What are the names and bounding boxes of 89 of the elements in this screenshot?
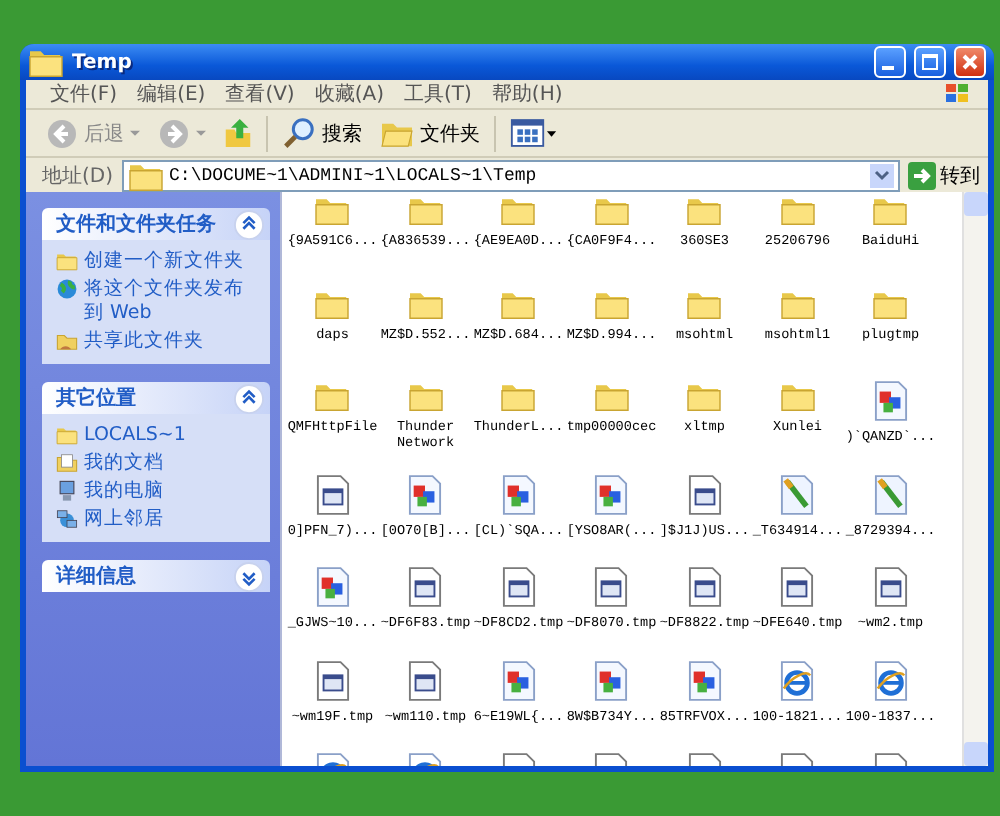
folder-icon (872, 287, 909, 319)
minimize-button[interactable] (874, 46, 906, 78)
menu-item[interactable]: 文件(F) (50, 80, 118, 108)
go-button[interactable]: 转到 (908, 161, 980, 189)
search-button[interactable]: 搜索 (278, 116, 366, 150)
folder-icon (380, 118, 414, 148)
media-file-icon (501, 659, 536, 701)
media-file-icon (594, 659, 629, 701)
folder-icon (500, 380, 537, 412)
menu-item[interactable]: 收藏(A) (314, 80, 384, 108)
document-icon (594, 566, 629, 608)
paint-file-icon (873, 473, 908, 515)
document-icon (408, 659, 443, 701)
folder-icon (314, 287, 351, 319)
menu-item[interactable]: 工具(T) (404, 80, 472, 108)
globe-icon (56, 278, 78, 300)
folder-icon (407, 380, 444, 412)
views-button[interactable] (506, 118, 562, 148)
document-icon (780, 566, 815, 608)
browser-file-icon (780, 659, 815, 701)
document-icon (315, 473, 350, 515)
folder-icon (407, 287, 444, 319)
maximize-button[interactable] (914, 46, 946, 78)
folder-icon (127, 159, 164, 191)
panel-title[interactable]: 详细信息 (56, 562, 136, 590)
folder-icon (407, 194, 444, 226)
menu-item[interactable]: 编辑(E) (137, 80, 206, 108)
folder-icon (314, 194, 351, 226)
close-button[interactable] (954, 46, 986, 78)
folder-icon (28, 46, 64, 78)
folder-icon (779, 287, 816, 319)
media-file-icon (873, 380, 908, 422)
task-link[interactable]: 我的电脑 (84, 480, 164, 504)
shared-folder-icon (56, 330, 78, 352)
documents-folder-icon (56, 452, 78, 474)
task-link[interactable]: 将这个文件夹发布到 Web (84, 278, 262, 326)
panel-title[interactable]: 其它位置 (56, 384, 136, 412)
address-label: 地址(D) (42, 163, 114, 189)
media-file-icon (315, 566, 350, 608)
folder-icon (593, 287, 630, 319)
media-file-icon (408, 473, 443, 515)
document-icon (315, 659, 350, 701)
caret-icon (130, 129, 140, 137)
folders-button[interactable]: 文件夹 (376, 118, 484, 148)
folder-icon (686, 194, 723, 226)
menu-item[interactable]: 帮助(H) (491, 80, 563, 108)
folder-icon (779, 380, 816, 412)
document-icon (687, 473, 722, 515)
address-field[interactable]: C:\DOCUME~1\ADMINI~1\LOCALS~1\Temp (121, 159, 900, 191)
collapse-chevron-icon[interactable] (234, 383, 264, 413)
task-link[interactable]: LOCALS~1 (84, 424, 186, 448)
expand-chevron-icon[interactable] (234, 561, 264, 591)
document-icon (687, 566, 722, 608)
folder-icon (500, 194, 537, 226)
new-folder-icon (56, 250, 78, 272)
browser-file-icon (873, 659, 908, 701)
folder-icon (593, 194, 630, 226)
task-link[interactable]: 网上邻居 (84, 508, 164, 532)
media-file-icon (594, 473, 629, 515)
computer-icon (56, 480, 78, 502)
folder-icon (686, 380, 723, 412)
menu-item[interactable]: 查看(V) (225, 80, 295, 108)
folder-icon (872, 194, 909, 226)
folder-icon (779, 194, 816, 226)
network-icon (56, 508, 78, 530)
media-file-icon (501, 473, 536, 515)
windows-logo-icon (944, 82, 972, 106)
folder-icon (500, 287, 537, 319)
document-icon (501, 566, 536, 608)
panel-title[interactable]: 文件和文件夹任务 (56, 210, 216, 238)
views-icon (510, 118, 558, 148)
document-icon (408, 566, 443, 608)
collapse-chevron-icon[interactable] (234, 209, 264, 239)
caret-icon (196, 129, 206, 137)
window-title: Temp (72, 51, 134, 73)
task-link[interactable]: 创建一个新文件夹 (84, 250, 244, 274)
document-icon (873, 566, 908, 608)
scrollbar[interactable] (962, 192, 988, 766)
folder-icon (686, 287, 723, 319)
up-folder-icon (224, 116, 252, 150)
search-icon (282, 116, 316, 150)
task-link[interactable]: 共享此文件夹 (84, 330, 204, 354)
task-link[interactable]: 我的文档 (84, 452, 164, 476)
folder-icon (56, 424, 78, 446)
dropdown-button[interactable] (870, 163, 894, 187)
media-file-icon (687, 659, 722, 701)
folder-icon (314, 380, 351, 412)
folder-icon (593, 380, 630, 412)
paint-file-icon (780, 473, 815, 515)
